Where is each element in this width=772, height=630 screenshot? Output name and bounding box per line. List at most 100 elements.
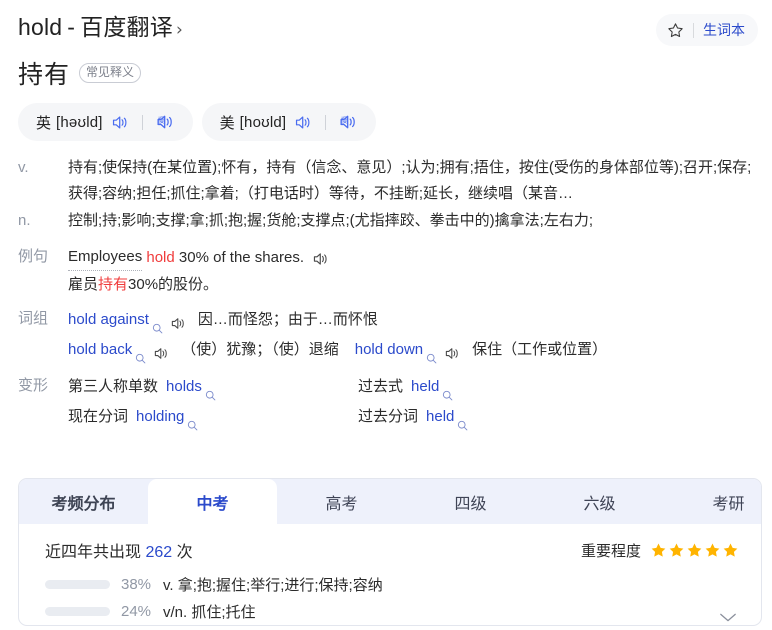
word-form-key: 过去式 [358, 378, 404, 395]
chevron-down-icon[interactable] [719, 610, 737, 622]
title-source: 百度翻译 [80, 14, 173, 40]
star-outline-icon[interactable] [667, 22, 684, 39]
common-meaning-badge: 常见释义 [79, 63, 142, 83]
pron-ipa-text: [hoʊld] [239, 113, 287, 131]
pron-lang-label: 英 [36, 114, 52, 132]
search-icon[interactable] [457, 412, 468, 430]
word-form-cell: 过去式 held [358, 372, 648, 402]
speaker-icon[interactable] [111, 114, 130, 131]
importance-row: 重要程度 [581, 540, 739, 561]
svg-text:慢: 慢 [341, 115, 348, 124]
importance-label: 重要程度 [580, 542, 641, 560]
definition-row: v. 持有;使保持(在某位置);怀有，持有（信念、意见）;认为;拥有;捂住，按住… [18, 155, 760, 207]
word-form-value[interactable]: holding [136, 402, 184, 432]
word-forms-row: 第三人称单数 holds 过去式 held [68, 372, 762, 402]
star-filled-icon [723, 543, 738, 557]
tab-cet6[interactable]: 六级 [535, 479, 664, 524]
example-zh-part1: 雇员 [68, 276, 99, 293]
star-filled-icon [705, 543, 720, 557]
page-title[interactable]: hold - 百度翻译 › [18, 14, 183, 42]
word-form-key: 过去分词 [358, 408, 419, 425]
chevron-right-icon: › [175, 20, 183, 40]
pronunciation-uk[interactable]: 英 [həʊld] 慢 [18, 103, 193, 141]
translation-row: 持有 常见释义 [0, 46, 772, 91]
phrases-label: 词组 [18, 310, 49, 327]
tab-kaoyan[interactable]: 考研 [664, 479, 761, 524]
search-icon[interactable] [442, 382, 453, 400]
phrase-word[interactable]: hold back [68, 335, 132, 365]
example-label: 例句 [18, 248, 49, 265]
progress-percent: 24% [121, 603, 152, 620]
search-icon[interactable] [426, 345, 437, 363]
star-filled-icon [687, 543, 702, 557]
search-icon[interactable] [135, 345, 146, 363]
speaker-icon[interactable] [170, 312, 189, 329]
search-icon[interactable] [205, 382, 216, 400]
part-of-speech: v. [18, 159, 29, 176]
word-form-cell: 现在分词 holding [68, 402, 358, 432]
frequency-tabbar: 考频分布 中考 高考 四级 六级 考研 [19, 479, 761, 524]
speaker-icon[interactable] [294, 114, 313, 131]
phrase-meaning: 因…而怪怨；由于…而怀恨 [197, 311, 378, 328]
word-form-key: 现在分词 [68, 408, 129, 425]
svg-text:慢: 慢 [157, 115, 164, 124]
page-header: hold - 百度翻译 › 生词本 [0, 0, 772, 46]
definitions-section: v. 持有;使保持(在某位置);怀有，持有（信念、意见）;认为;拥有;捂住，按住… [0, 141, 772, 234]
phrases-section: 词组 hold against 因…而怪怨；由于…而怀恨 hold back （… [0, 298, 772, 365]
word-forms-label: 变形 [18, 377, 49, 394]
favorite-label[interactable]: 生词本 [703, 22, 745, 39]
progress-track [45, 580, 110, 589]
part-of-speech: n. [18, 212, 31, 229]
word-form-value[interactable]: held [411, 372, 439, 402]
word-form-value[interactable]: held [426, 402, 454, 432]
speaker-icon[interactable] [153, 342, 172, 359]
frequency-card: 考频分布 中考 高考 四级 六级 考研 近四年共出现 262 次 重要程度 38… [18, 478, 762, 626]
progress-track [45, 607, 110, 616]
pron-divider [141, 114, 143, 130]
tab-gaokao[interactable]: 高考 [277, 479, 406, 524]
phrase-meaning: 保住（工作或位置） [472, 341, 608, 358]
phrase-meaning: （使）犹豫；（使）退缩 [181, 341, 339, 358]
frequency-meaning: v/n. 抓住;托住 [163, 604, 256, 621]
slow-speaker-icon[interactable]: 慢 [155, 113, 176, 131]
example-section: 例句 Employees hold 30% of the shares. 雇员持… [0, 235, 772, 298]
speaker-icon[interactable] [312, 249, 331, 266]
slow-speaker-icon[interactable]: 慢 [338, 113, 359, 131]
title-word: hold [18, 14, 63, 40]
word-form-cell: 第三人称单数 holds [68, 372, 358, 402]
star-filled-icon [669, 543, 684, 557]
phrase-word[interactable]: hold down [355, 335, 423, 365]
frequency-card-heading: 考频分布 [51, 495, 116, 513]
word-form-value[interactable]: holds [166, 372, 202, 402]
favorite-button[interactable]: 生词本 [656, 14, 758, 46]
definition-text: 持有;使保持(在某位置);怀有，持有（信念、意见）;认为;拥有;捂住，按住(受伤… [68, 159, 752, 202]
translation-text: 持有 [18, 61, 71, 89]
phrase-row: hold against 因…而怪怨；由于…而怀恨 [68, 305, 762, 335]
frequency-summary-suffix: 次 [176, 544, 193, 561]
search-icon[interactable] [152, 315, 163, 333]
search-icon[interactable] [187, 412, 198, 430]
phrase-word[interactable]: hold against [68, 305, 149, 335]
example-en-keyword: hold [146, 248, 175, 266]
speaker-icon[interactable] [444, 342, 463, 359]
star-filled-icon [651, 543, 666, 557]
example-en-part2: 30% of the shares. [178, 248, 304, 266]
frequency-bar-row: 24% v/n. 抓住;托住 [45, 598, 761, 625]
example-zh-keyword: 持有 [98, 276, 129, 293]
frequency-summary: 近四年共出现 262 次 [45, 538, 193, 562]
tab-cet4[interactable]: 四级 [406, 479, 535, 524]
pronunciation-us[interactable]: 美 [hoʊld] 慢 [201, 103, 377, 141]
favorite-divider [693, 22, 694, 38]
frequency-count: 262 [145, 544, 173, 561]
pronunciation-row: 英 [həʊld] 慢 美 [hoʊld] 慢 [0, 91, 772, 141]
word-form-key: 第三人称单数 [68, 378, 159, 395]
progress-percent: 38% [121, 576, 152, 593]
frequency-summary-prefix: 近四年共出现 [45, 544, 142, 561]
tab-zhongkao[interactable]: 中考 [148, 479, 277, 524]
frequency-bars: 38% v. 拿;抱;握住;举行;进行;保持;容纳 24% v/n. 抓住;托住 [19, 562, 761, 625]
pron-ipa-text: [həʊld] [56, 113, 103, 131]
word-forms-row: 现在分词 holding 过去分词 held [68, 402, 762, 432]
pron-lang-label: 美 [219, 114, 235, 132]
word-form-cell: 过去分词 held [358, 402, 648, 432]
phrase-row: hold back （使）犹豫；（使）退缩 hold down 保住（工作或位置… [68, 335, 762, 365]
